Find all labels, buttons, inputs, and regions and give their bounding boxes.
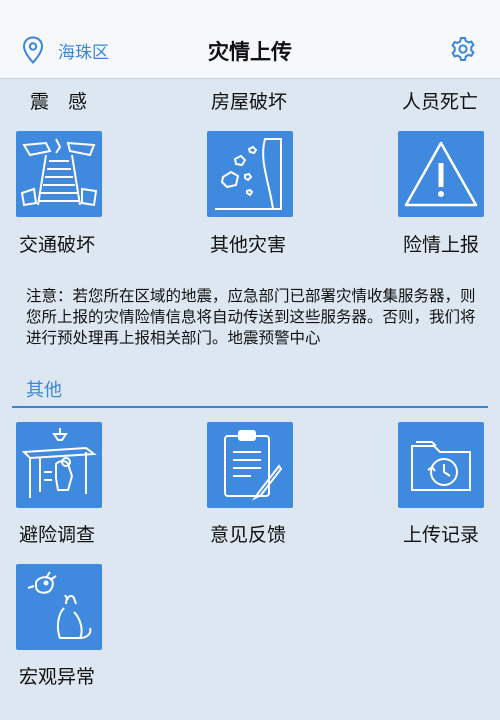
warning-triangle-icon: [404, 141, 478, 207]
damaged-road-icon: [20, 138, 98, 207]
tile-label-hazard-report: 险情上报: [403, 234, 480, 256]
landslide-icon: [215, 138, 282, 210]
tile-label-shelter-survey: 避险调查: [19, 524, 96, 546]
tile-traffic-damage[interactable]: [16, 131, 102, 217]
animal-anomaly-icon: [27, 571, 92, 639]
tile-macro-anomaly[interactable]: [16, 564, 102, 650]
tile-other-disaster[interactable]: [207, 131, 293, 217]
tile-upload-history[interactable]: [398, 422, 484, 508]
category-label-casualties[interactable]: 人员死亡: [402, 87, 478, 114]
tile-label-upload-history: 上传记录: [403, 524, 480, 546]
clipboard-pen-icon: [224, 430, 283, 501]
section-divider: [12, 406, 488, 408]
header-bar: 海珠区 灾情上传: [0, 0, 500, 79]
tile-label-feedback: 意见反馈: [210, 524, 287, 546]
category-label-house-damage[interactable]: 房屋破坏: [211, 87, 287, 114]
section-title-other: 其他: [26, 380, 62, 401]
tile-shelter-survey[interactable]: [16, 422, 102, 508]
tile-label-macro-anomaly: 宏观异常: [19, 666, 96, 688]
tile-label-traffic-damage: 交通破坏: [19, 234, 96, 256]
tile-feedback[interactable]: [207, 422, 293, 508]
tile-label-other-disaster: 其他灾害: [210, 234, 287, 256]
page-title: 灾情上传: [208, 40, 292, 64]
tile-hazard-report[interactable]: [398, 131, 484, 217]
gear-icon[interactable]: [450, 36, 476, 62]
shelter-under-table-icon: [21, 428, 97, 498]
notice-text: 注意：若您所在区域的地震，应急部门已部署灾情收集服务器，则您所上报的灾情险情信息…: [26, 287, 476, 347]
folder-history-icon: [411, 441, 471, 491]
category-label-felt[interactable]: 震 感: [30, 87, 87, 114]
